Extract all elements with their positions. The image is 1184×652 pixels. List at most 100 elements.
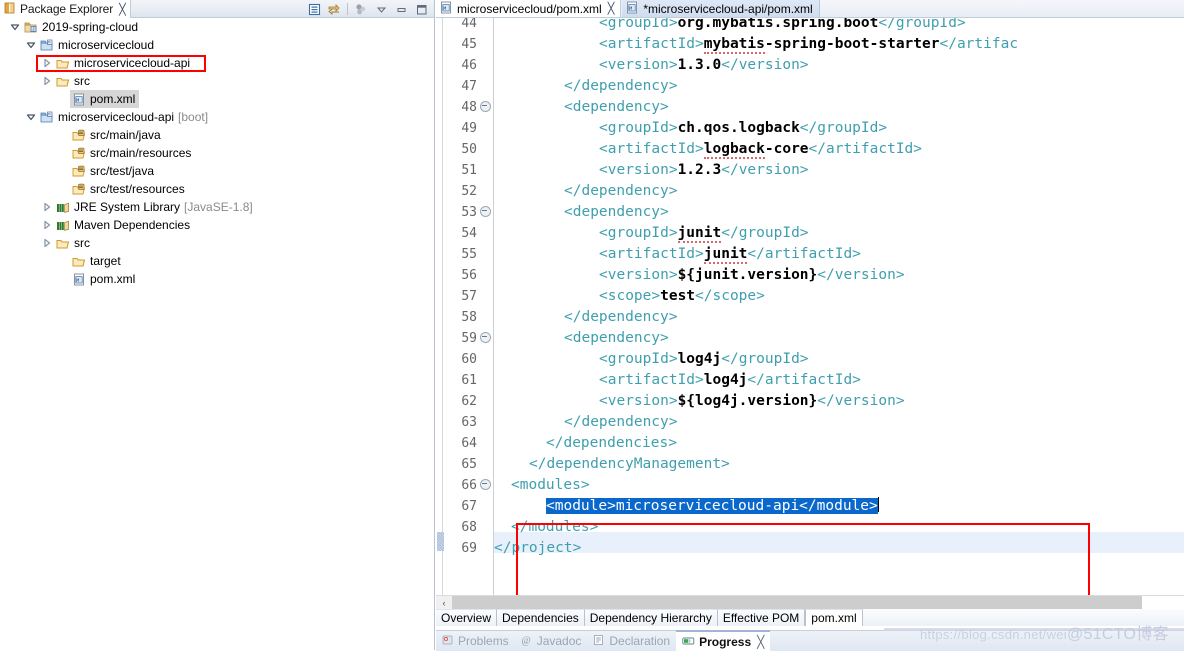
code-line-61[interactable]: <artifactId>log4j</artifactId> bbox=[599, 370, 861, 391]
project-tree[interactable]: J 2019-spring-cloud Mmicroservicecloud micr… bbox=[0, 18, 435, 288]
code-line-45[interactable]: <artifactId>mybatis-spring-boot-starter<… bbox=[599, 34, 1018, 55]
code-line-54[interactable]: <groupId>junit</groupId> bbox=[599, 223, 809, 244]
code-line-47[interactable]: </dependency> bbox=[564, 76, 678, 97]
fold-collapse-icon[interactable] bbox=[480, 328, 491, 349]
tree-item-maven-dependencies[interactable]: Maven Dependencies bbox=[0, 216, 435, 234]
tree-twisty-down-icon[interactable] bbox=[24, 108, 38, 126]
tree-twisty-right-icon[interactable] bbox=[40, 198, 54, 216]
tree-item-content[interactable]: src/test/java bbox=[70, 162, 154, 180]
code-line-63[interactable]: </dependency> bbox=[564, 412, 678, 433]
tree-item-content[interactable]: JRE System Library [JavaSE-1.8] bbox=[54, 198, 253, 216]
tree-item-content[interactable]: src/main/java bbox=[70, 126, 161, 144]
code-line-52[interactable]: </dependency> bbox=[564, 181, 678, 202]
bottom-view-tab-progress[interactable]: Progress ╳ bbox=[676, 630, 771, 652]
tree-item-target[interactable]: target bbox=[0, 252, 435, 270]
tree-item-content[interactable]: target bbox=[70, 252, 121, 270]
tree-twisty-right-icon[interactable] bbox=[40, 72, 54, 90]
code-line-59[interactable]: <dependency> bbox=[564, 328, 669, 349]
collapse-all-icon[interactable] bbox=[304, 0, 324, 18]
code-line-50[interactable]: <artifactId>logback-core</artifactId> bbox=[599, 139, 922, 160]
tree-item-content[interactable]: src/test/resources bbox=[70, 180, 185, 198]
tree-item-src-test-java[interactable]: src/test/java bbox=[0, 162, 435, 180]
code-line-56[interactable]: <version>${junit.version}</version> bbox=[599, 265, 905, 286]
tree-item-content[interactable]: Mpom.xml bbox=[70, 270, 135, 288]
selected-text[interactable]: <module>microservicecloud-api</module> bbox=[546, 498, 878, 514]
chevron-down-icon[interactable] bbox=[371, 0, 391, 18]
bottom-view-tab-javadoc[interactable]: @ Javadoc bbox=[515, 631, 588, 651]
tree-item-microservicecloud-api[interactable]: microservicecloud-api bbox=[0, 54, 435, 72]
code-line-69[interactable]: </project> bbox=[494, 538, 581, 559]
code-editor[interactable]: 44 45 46 47 48 49 50 51 52 53 54 55 56 57 58 59 60 61 62 63… bbox=[436, 18, 1184, 595]
bottom-view-tab-problems[interactable]: Problems bbox=[436, 631, 515, 651]
code-line-60[interactable]: <groupId>log4j</groupId> bbox=[599, 349, 809, 370]
tree-twisty-right-icon[interactable] bbox=[40, 216, 54, 234]
tree-item-content[interactable]: Mmicroservicecloud-api [boot] bbox=[38, 108, 208, 126]
code-line-49[interactable]: <groupId>ch.qos.logback</groupId> bbox=[599, 118, 887, 139]
tree-item-pom-xml[interactable]: Mpom.xml bbox=[0, 90, 435, 108]
package-explorer-tab[interactable]: Package Explorer ╳ bbox=[0, 0, 131, 18]
code-line-48[interactable]: <dependency> bbox=[564, 97, 669, 118]
editor-tab-bar[interactable]: Mmicroservicecloud/pom.xml ╳ M *microservic… bbox=[436, 0, 1184, 18]
tree-item-content[interactable]: src/main/resources bbox=[70, 144, 191, 162]
editor-tab-1[interactable]: Mmicroservicecloud/pom.xml ╳ bbox=[436, 0, 622, 17]
form-tab-effective-pom[interactable]: Effective POM bbox=[717, 609, 806, 626]
tree-item-content[interactable]: Mmicroservicecloud bbox=[38, 36, 154, 54]
form-tab-overview[interactable]: Overview bbox=[436, 609, 498, 626]
code-line-65[interactable]: </dependencyManagement> bbox=[529, 454, 730, 475]
fold-collapse-icon[interactable] bbox=[480, 475, 491, 496]
tree-twisty-down-icon[interactable] bbox=[8, 18, 22, 36]
pom-form-tabs[interactable]: Overview Dependencies Dependency Hierarchy… bbox=[436, 609, 1184, 626]
tree-item-src-main-java[interactable]: src/main/java bbox=[0, 126, 435, 144]
link-with-editor-icon[interactable] bbox=[324, 0, 344, 18]
tree-item-2019-spring-cloud[interactable]: J 2019-spring-cloud bbox=[0, 18, 435, 36]
bottom-view-tab-declaration[interactable]: Declaration bbox=[587, 631, 676, 651]
code-line-66[interactable]: <modules> bbox=[511, 475, 590, 496]
scroll-left-arrow[interactable]: ‹ bbox=[436, 596, 452, 609]
code-line-64[interactable]: </dependencies> bbox=[546, 433, 677, 454]
fold-collapse-icon[interactable] bbox=[480, 202, 491, 223]
code-line-46[interactable]: <version>1.3.0</version> bbox=[599, 55, 809, 76]
code-line-67[interactable]: <module>microservicecloud-api</module> bbox=[546, 496, 879, 517]
tree-item-microservicecloud-api[interactable]: Mmicroservicecloud-api [boot] bbox=[0, 108, 435, 126]
horizontal-scrollbar[interactable]: ‹ bbox=[436, 595, 1184, 609]
code-line-55[interactable]: <artifactId>junit</artifactId> bbox=[599, 244, 861, 265]
code-line-68[interactable]: </modules> bbox=[511, 517, 598, 538]
code-line-53[interactable]: <dependency> bbox=[564, 202, 669, 223]
form-tab-dependencies[interactable]: Dependencies bbox=[497, 609, 585, 626]
bottom-view-tabs[interactable]: Problems @ Javadoc Declaration Progress ╳ bbox=[436, 630, 1184, 652]
tree-twisty-right-icon[interactable] bbox=[40, 234, 54, 252]
tree-item-jre-system-library[interactable]: JRE System Library [JavaSE-1.8] bbox=[0, 198, 435, 216]
tree-item-src[interactable]: src bbox=[0, 72, 435, 90]
close-icon[interactable]: ╳ bbox=[119, 3, 126, 16]
fold-collapse-icon[interactable] bbox=[480, 97, 491, 118]
editor-tab-2[interactable]: M *microservicecloud-api/pom.xml bbox=[621, 0, 820, 17]
code-line-57[interactable]: <scope>test</scope> bbox=[599, 286, 765, 307]
tree-item-content[interactable]: J 2019-spring-cloud bbox=[22, 18, 138, 36]
view-menu-filter-icon[interactable] bbox=[351, 0, 371, 18]
minimize-icon[interactable] bbox=[391, 0, 411, 18]
tree-twisty-right-icon[interactable] bbox=[40, 54, 54, 72]
code-line-44[interactable]: <groupId>org.mybatis.spring.boot</groupI… bbox=[599, 18, 966, 34]
code-line-51[interactable]: <version>1.2.3</version> bbox=[599, 160, 809, 181]
tree-item-content[interactable]: src bbox=[54, 72, 90, 90]
tree-item-content[interactable]: Mpom.xml bbox=[70, 90, 140, 108]
code-lines[interactable]: <groupId>org.mybatis.spring.boot</groupI… bbox=[494, 18, 1184, 595]
tree-item-pom-xml[interactable]: Mpom.xml bbox=[0, 270, 435, 288]
maximize-icon[interactable] bbox=[411, 0, 431, 18]
tree-item-src-main-resources[interactable]: src/main/resources bbox=[0, 144, 435, 162]
tree-item-content[interactable]: microservicecloud-api bbox=[54, 54, 190, 72]
tree-item-content[interactable]: src bbox=[54, 234, 90, 252]
scrollbar-track[interactable] bbox=[452, 596, 1184, 609]
tree-item-content[interactable]: Maven Dependencies bbox=[54, 216, 190, 234]
tree-item-src[interactable]: src bbox=[0, 234, 435, 252]
tree-item-src-test-resources[interactable]: src/test/resources bbox=[0, 180, 435, 198]
close-icon[interactable]: ╳ bbox=[757, 635, 764, 649]
form-tab-pom-xml[interactable]: pom.xml bbox=[805, 609, 863, 626]
tree-twisty-down-icon[interactable] bbox=[24, 36, 38, 54]
form-tab-dependency-hierarchy[interactable]: Dependency Hierarchy bbox=[584, 609, 718, 626]
close-icon[interactable]: ╳ bbox=[608, 2, 615, 15]
code-line-58[interactable]: </dependency> bbox=[564, 307, 678, 328]
code-line-62[interactable]: <version>${log4j.version}</version> bbox=[599, 391, 905, 412]
tree-item-microservicecloud[interactable]: Mmicroservicecloud bbox=[0, 36, 435, 54]
scrollbar-thumb[interactable] bbox=[452, 596, 1142, 609]
